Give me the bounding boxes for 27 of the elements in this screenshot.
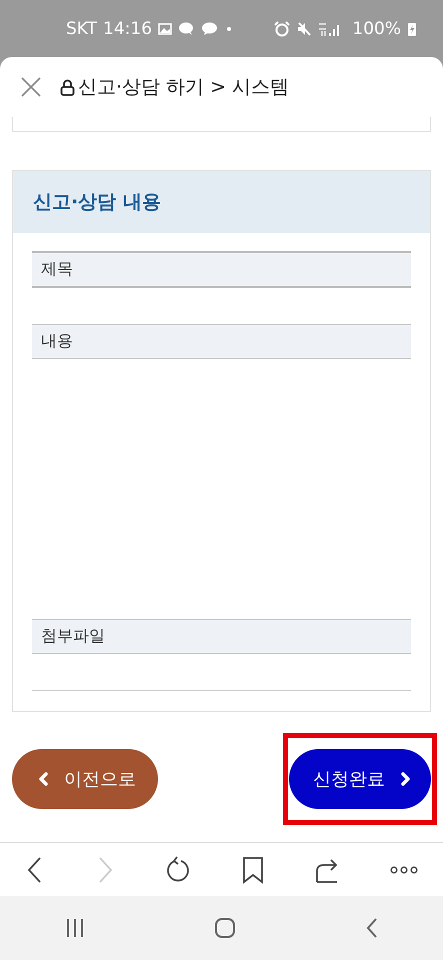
close-icon[interactable] — [20, 76, 42, 98]
chat-icon — [178, 21, 196, 36]
back-button[interactable]: 이전으로 — [12, 749, 158, 809]
share-icon[interactable] — [314, 856, 340, 882]
battery-level: 100% — [352, 18, 401, 38]
submit-button[interactable]: 신청완료 — [289, 749, 431, 809]
lock-icon — [60, 78, 75, 96]
image-icon — [158, 22, 172, 34]
back-icon[interactable] — [364, 917, 378, 939]
field-label: 내용 — [41, 331, 73, 352]
bookmark-icon[interactable] — [242, 856, 264, 884]
reload-icon[interactable] — [165, 856, 192, 884]
field-label: 첨부파일 — [41, 626, 105, 647]
field-label: 제목 — [41, 259, 73, 280]
clock: 14:16 — [103, 18, 152, 38]
more-icon[interactable] — [390, 866, 418, 874]
home-icon[interactable] — [214, 917, 236, 939]
mute-icon — [296, 20, 312, 36]
chevron-left-icon — [38, 772, 48, 786]
alarm-icon — [274, 20, 290, 36]
section-title: 신고·상담 내용 — [33, 190, 161, 215]
carrier: SKT — [66, 18, 98, 38]
message-icon — [201, 21, 218, 36]
page-title: 신고·상담 하기 > 시스템 — [78, 75, 290, 100]
recent-apps-icon[interactable] — [64, 918, 84, 938]
chevron-right-icon — [401, 772, 411, 786]
battery-icon — [407, 20, 417, 36]
